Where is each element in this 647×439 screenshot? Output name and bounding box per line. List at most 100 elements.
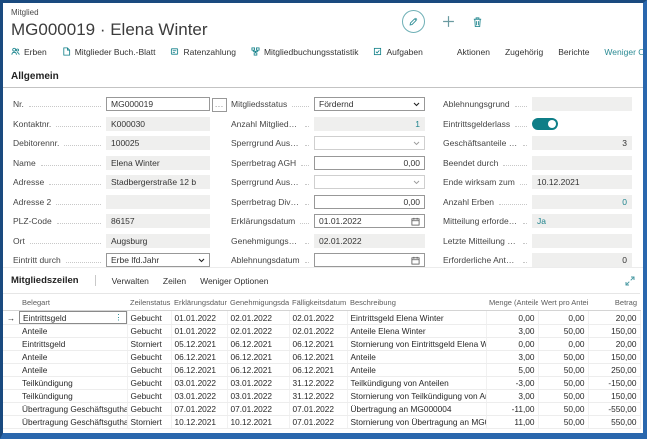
plus-icon[interactable] bbox=[442, 15, 455, 28]
cell-genehmigungsdatum[interactable]: 02.01.2022 bbox=[227, 325, 289, 338]
cell-beschreibung[interactable]: Anteile Elena Winter bbox=[347, 325, 486, 338]
field-control[interactable]: MG000019... bbox=[106, 97, 210, 111]
menu-aktionen[interactable]: Aktionen bbox=[457, 47, 490, 57]
cell-fälligkeitsdatum[interactable]: 31.12.2022 bbox=[289, 377, 347, 390]
field-control[interactable] bbox=[314, 136, 425, 150]
table-row[interactable]: AnteileGebucht01.01.202202.01.202202.01.… bbox=[3, 325, 640, 338]
cell-beschreibung[interactable]: Stornierung von Teilkündigung von Anteil… bbox=[347, 390, 486, 403]
cell-betrag[interactable]: -550,00 bbox=[588, 403, 640, 416]
cell-zeilenstatus[interactable]: Gebucht bbox=[127, 325, 171, 338]
cell-wert-pro-anteil[interactable]: 50,00 bbox=[538, 416, 588, 429]
cell-betrag[interactable]: 150,00 bbox=[588, 325, 640, 338]
column-header-genehmigungsdatum[interactable]: Genehmigungsdatum bbox=[227, 294, 289, 311]
toggle-switch-on[interactable] bbox=[532, 118, 558, 130]
field-control[interactable]: 01.01.2022 bbox=[314, 214, 425, 228]
field-control[interactable] bbox=[314, 253, 425, 267]
cell-zeilenstatus[interactable]: Storniert bbox=[127, 338, 171, 351]
cell-betrag[interactable]: 250,00 bbox=[588, 364, 640, 377]
cell-zeilenstatus[interactable]: Gebucht bbox=[127, 377, 171, 390]
field-control[interactable]: Fördernd bbox=[314, 97, 425, 111]
table-row[interactable]: AnteileGebucht06.12.202106.12.202106.12.… bbox=[3, 364, 640, 377]
cell-fälligkeitsdatum[interactable]: 07.01.2022 bbox=[289, 403, 347, 416]
cell-zeilenstatus[interactable]: Gebucht bbox=[127, 390, 171, 403]
cell-fälligkeitsdatum[interactable]: 06.12.2021 bbox=[289, 364, 347, 377]
field-control[interactable] bbox=[314, 175, 425, 189]
column-header-beschreibung[interactable]: Beschreibung bbox=[347, 294, 486, 311]
edit-pencil-icon[interactable] bbox=[402, 10, 425, 33]
cell-erklärungsdatum[interactable]: 07.01.2022 bbox=[171, 403, 227, 416]
column-header-wert-pro-anteil[interactable]: Wert pro Anteil bbox=[538, 294, 588, 311]
table-row[interactable]: Übertragung GeschäftsguthabenStorniert10… bbox=[3, 416, 640, 429]
field-control[interactable]: 0,00 bbox=[314, 195, 425, 209]
action-mitgliedbuchungsstatistik[interactable]: Mitgliedbuchungsstatistik bbox=[251, 47, 359, 57]
cell-menge-anteile[interactable]: -11,00 bbox=[486, 403, 538, 416]
cell-betrag[interactable]: -150,00 bbox=[588, 377, 640, 390]
action-mitglieder-buch-blatt[interactable]: Mitglieder Buch.-Blatt bbox=[62, 47, 156, 57]
cell-fälligkeitsdatum[interactable]: 07.01.2022 bbox=[289, 416, 347, 429]
selected-cell[interactable]: Eintrittsgeld⋮ bbox=[19, 311, 127, 324]
cell-erklärungsdatum[interactable]: 10.12.2021 bbox=[171, 416, 227, 429]
cell-zeilenstatus[interactable]: Gebucht bbox=[127, 351, 171, 364]
cell-zeilenstatus[interactable]: Gebucht bbox=[127, 311, 171, 325]
cell-wert-pro-anteil[interactable]: 0,00 bbox=[538, 311, 588, 325]
cell-erklärungsdatum[interactable]: 06.12.2021 bbox=[171, 364, 227, 377]
cell-beschreibung[interactable]: Anteile bbox=[347, 351, 486, 364]
cell-genehmigungsdatum[interactable]: 10.12.2021 bbox=[227, 416, 289, 429]
cell-fälligkeitsdatum[interactable]: 02.01.2022 bbox=[289, 311, 347, 325]
column-header-menge-anteile[interactable]: Menge (Anteile) bbox=[486, 294, 538, 311]
column-header-erklärungsdatum[interactable]: Erklärungsdatum bbox=[171, 294, 227, 311]
cell-erklärungsdatum[interactable]: 05.12.2021 bbox=[171, 338, 227, 351]
cell-wert-pro-anteil[interactable]: 50,00 bbox=[538, 351, 588, 364]
cell-beschreibung[interactable]: Stornierung von Übertragung an MG000004 bbox=[347, 416, 486, 429]
cell-genehmigungsdatum[interactable]: 06.12.2021 bbox=[227, 351, 289, 364]
cell-beschreibung[interactable]: Anteile bbox=[347, 364, 486, 377]
column-header-betrag[interactable]: Betrag bbox=[588, 294, 640, 311]
cell-genehmigungsdatum[interactable]: 03.01.2022 bbox=[227, 390, 289, 403]
cell-fälligkeitsdatum[interactable]: 31.12.2022 bbox=[289, 390, 347, 403]
cell-wert-pro-anteil[interactable]: 50,00 bbox=[538, 377, 588, 390]
cell-wert-pro-anteil[interactable]: 0,00 bbox=[538, 338, 588, 351]
cell-fälligkeitsdatum[interactable]: 06.12.2021 bbox=[289, 351, 347, 364]
menu-weniger-optionen[interactable]: Weniger Optionen bbox=[604, 47, 647, 57]
assist-edit-button[interactable]: ... bbox=[212, 98, 227, 112]
cell-betrag[interactable]: 150,00 bbox=[588, 390, 640, 403]
menu-zugehörig[interactable]: Zugehörig bbox=[505, 47, 543, 57]
cell-belegart[interactable]: Eintrittsgeld bbox=[19, 338, 127, 351]
cell-belegart[interactable]: Übertragung Geschäftsguthaben bbox=[19, 416, 127, 429]
table-row[interactable]: TeilkündigungGebucht03.01.202203.01.2022… bbox=[3, 377, 640, 390]
cell-beschreibung[interactable]: Übertragung an MG000004 bbox=[347, 403, 486, 416]
cell-menge-anteile[interactable]: 3,00 bbox=[486, 351, 538, 364]
cell-belegart[interactable]: Anteile bbox=[19, 351, 127, 364]
table-row[interactable]: EintrittsgeldStorniert05.12.202106.12.20… bbox=[3, 338, 640, 351]
cell-betrag[interactable]: 20,00 bbox=[588, 311, 640, 325]
lines-menu-weniger-optionen[interactable]: Weniger Optionen bbox=[200, 276, 268, 286]
cell-menge-anteile[interactable]: 11,00 bbox=[486, 416, 538, 429]
table-row[interactable]: TeilkündigungGebucht03.01.202203.01.2022… bbox=[3, 390, 640, 403]
cell-menge-anteile[interactable]: 0,00 bbox=[486, 311, 538, 325]
action-ratenzahlung[interactable]: Ratenzahlung bbox=[170, 47, 235, 57]
field-control[interactable]: Erbe lfd.Jahr bbox=[106, 253, 210, 267]
cell-betrag[interactable]: 150,00 bbox=[588, 351, 640, 364]
cell-zeilenstatus[interactable]: Gebucht bbox=[127, 403, 171, 416]
cell-belegart[interactable]: Übertragung Geschäftsguthaben bbox=[19, 403, 127, 416]
cell-erklärungsdatum[interactable]: 01.01.2022 bbox=[171, 325, 227, 338]
cell-menge-anteile[interactable]: 5,00 bbox=[486, 364, 538, 377]
cell-fälligkeitsdatum[interactable]: 06.12.2021 bbox=[289, 338, 347, 351]
cell-genehmigungsdatum[interactable]: 07.01.2022 bbox=[227, 403, 289, 416]
cell-genehmigungsdatum[interactable]: 06.12.2021 bbox=[227, 364, 289, 377]
field-control[interactable] bbox=[532, 117, 632, 131]
menu-berichte[interactable]: Berichte bbox=[558, 47, 589, 57]
lines-menu-verwalten[interactable]: Verwalten bbox=[112, 276, 149, 286]
cell-beschreibung[interactable]: Eintrittsgeld Elena Winter bbox=[347, 311, 486, 325]
column-header-belegart[interactable]: Belegart bbox=[19, 294, 127, 311]
cell-genehmigungsdatum[interactable]: 06.12.2021 bbox=[227, 338, 289, 351]
table-row[interactable]: Übertragung GeschäftsguthabenGebucht07.0… bbox=[3, 403, 640, 416]
cell-belegart[interactable]: Teilkündigung bbox=[19, 377, 127, 390]
column-header-zeilenstatus[interactable]: Zeilenstatus bbox=[127, 294, 171, 311]
cell-erklärungsdatum[interactable]: 03.01.2022 bbox=[171, 377, 227, 390]
cell-zeilenstatus[interactable]: Gebucht bbox=[127, 364, 171, 377]
action-aufgaben[interactable]: Aufgaben bbox=[373, 47, 422, 57]
table-row[interactable]: →Eintrittsgeld⋮Gebucht01.01.202202.01.20… bbox=[3, 311, 640, 325]
cell-menge-anteile[interactable]: 3,00 bbox=[486, 325, 538, 338]
lines-menu-zeilen[interactable]: Zeilen bbox=[163, 276, 186, 286]
